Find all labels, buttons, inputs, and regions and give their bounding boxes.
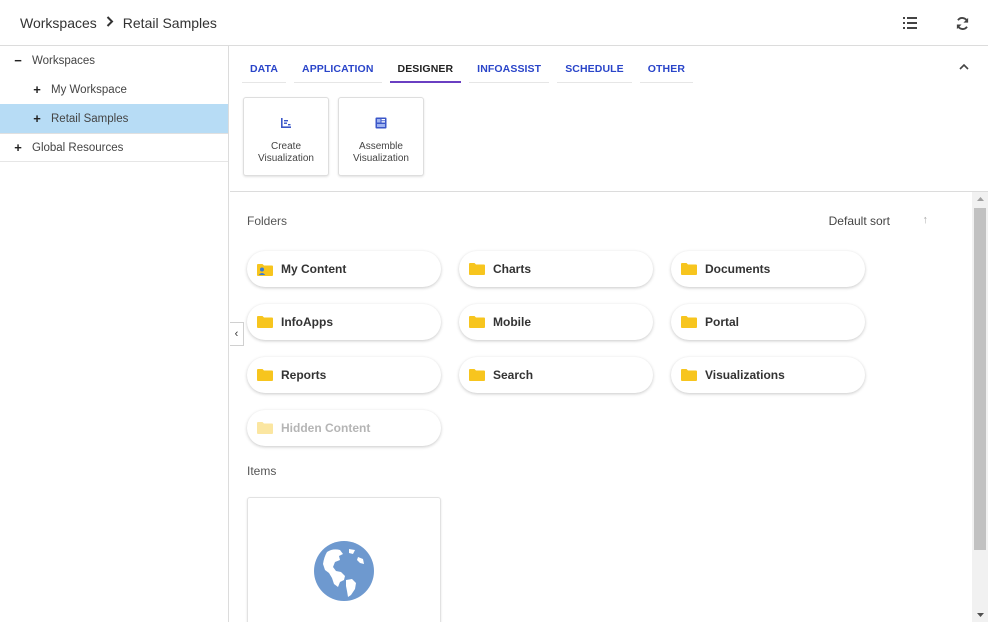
folder-label: Visualizations bbox=[705, 368, 785, 382]
folder-label: Charts bbox=[493, 262, 532, 276]
chevron-left-icon: ‹ bbox=[234, 328, 239, 340]
create-visualization-icon bbox=[281, 118, 291, 128]
assemble-visualization-icon bbox=[375, 117, 387, 129]
folder-my-content[interactable]: My Content bbox=[247, 251, 441, 287]
collapse-icon[interactable]: − bbox=[12, 53, 24, 68]
folder-label: Portal bbox=[705, 315, 740, 329]
folder-search[interactable]: Search bbox=[459, 357, 653, 393]
sort-direction-icon[interactable]: ↑ bbox=[923, 214, 929, 226]
folder-mobile[interactable]: Mobile bbox=[459, 304, 653, 340]
folder-label: Documents bbox=[705, 262, 771, 276]
tool-label: Assemble Visualization bbox=[353, 141, 409, 164]
list-view-icon bbox=[903, 17, 917, 29]
items-title: Items bbox=[247, 464, 277, 478]
tree-item-label: Global Resources bbox=[32, 141, 124, 154]
folder-documents[interactable]: Documents bbox=[671, 251, 865, 287]
folder-icon bbox=[681, 316, 697, 328]
designer-tools: Create Visualization Assemble Visualizat… bbox=[243, 97, 424, 176]
content-area: Folders Default sort ↑ My Content Charts… bbox=[230, 192, 972, 622]
collapse-sidebar-button[interactable]: ‹ bbox=[230, 322, 244, 346]
scroll-up-arrow[interactable] bbox=[972, 192, 988, 206]
folder-label: Hidden Content bbox=[281, 421, 371, 435]
item-card[interactable] bbox=[247, 497, 441, 622]
tab-data[interactable]: DATA bbox=[242, 58, 287, 83]
tree-item-workspaces[interactable]: − Workspaces bbox=[0, 46, 228, 75]
folder-reports[interactable]: Reports bbox=[247, 357, 441, 393]
user-folder-icon bbox=[257, 263, 273, 276]
folders-title: Folders bbox=[247, 214, 288, 228]
list-view-button[interactable] bbox=[884, 0, 936, 46]
folder-icon bbox=[681, 369, 697, 381]
folder-label: InfoApps bbox=[281, 315, 333, 329]
chevron-up-icon bbox=[959, 63, 969, 70]
folder-charts[interactable]: Charts bbox=[459, 251, 653, 287]
header-actions bbox=[884, 0, 988, 46]
folder-label: Mobile bbox=[493, 315, 531, 329]
folder-visualizations[interactable]: Visualizations bbox=[671, 357, 865, 393]
breadcrumb-current: Retail Samples bbox=[122, 14, 217, 31]
ribbon-tabs: DATA APPLICATION DESIGNER INFOASSIST SCH… bbox=[242, 58, 701, 83]
tree-item-label: Retail Samples bbox=[51, 112, 129, 125]
refresh-button[interactable] bbox=[936, 0, 988, 46]
breadcrumb: Workspaces Retail Samples bbox=[0, 15, 217, 31]
expand-icon[interactable]: + bbox=[31, 82, 43, 97]
tree-item-label: Workspaces bbox=[32, 54, 96, 67]
assemble-visualization-button[interactable]: Assemble Visualization bbox=[338, 97, 424, 176]
folder-label: Reports bbox=[281, 368, 327, 382]
folder-icon bbox=[257, 369, 273, 381]
folder-icon bbox=[681, 263, 697, 275]
expand-icon[interactable]: + bbox=[31, 111, 43, 126]
top-header: Workspaces Retail Samples bbox=[0, 0, 988, 46]
globe-icon bbox=[314, 541, 374, 601]
create-visualization-button[interactable]: Create Visualization bbox=[243, 97, 329, 176]
scroll-thumb[interactable] bbox=[974, 208, 986, 550]
tool-label: Create Visualization bbox=[258, 141, 314, 164]
tree-item-my-workspace[interactable]: + My Workspace bbox=[0, 75, 228, 104]
breadcrumb-workspaces[interactable]: Workspaces bbox=[20, 15, 97, 31]
ribbon: DATA APPLICATION DESIGNER INFOASSIST SCH… bbox=[230, 46, 988, 192]
vertical-scrollbar[interactable] bbox=[972, 192, 988, 622]
collapse-ribbon-button[interactable] bbox=[954, 56, 974, 76]
folder-portal[interactable]: Portal bbox=[671, 304, 865, 340]
folder-icon bbox=[469, 263, 485, 275]
workspace-tree: − Workspaces + My Workspace + Retail Sam… bbox=[0, 46, 229, 622]
tab-infoassist[interactable]: INFOASSIST bbox=[469, 58, 550, 83]
tab-other[interactable]: OTHER bbox=[639, 58, 693, 83]
sort-dropdown[interactable]: Default sort bbox=[829, 214, 890, 228]
tab-designer[interactable]: DESIGNER bbox=[389, 58, 462, 83]
folder-infoapps[interactable]: InfoApps bbox=[247, 304, 441, 340]
chevron-right-icon bbox=[106, 15, 114, 30]
scroll-down-arrow[interactable] bbox=[972, 608, 988, 622]
tab-application[interactable]: APPLICATION bbox=[294, 58, 382, 83]
folder-label: Search bbox=[493, 368, 534, 382]
folder-icon bbox=[257, 316, 273, 328]
tree-item-label: My Workspace bbox=[51, 83, 127, 96]
folder-icon bbox=[469, 369, 485, 381]
folder-icon bbox=[469, 316, 485, 328]
folder-icon bbox=[257, 422, 273, 434]
folder-label: My Content bbox=[281, 262, 347, 276]
expand-icon[interactable]: + bbox=[12, 140, 24, 155]
folder-hidden-content[interactable]: Hidden Content bbox=[247, 410, 441, 446]
tree-item-retail-samples[interactable]: + Retail Samples bbox=[0, 104, 228, 133]
refresh-icon bbox=[956, 16, 968, 30]
tab-schedule[interactable]: SCHEDULE bbox=[557, 58, 632, 83]
tree-item-global-resources[interactable]: + Global Resources bbox=[0, 133, 228, 162]
